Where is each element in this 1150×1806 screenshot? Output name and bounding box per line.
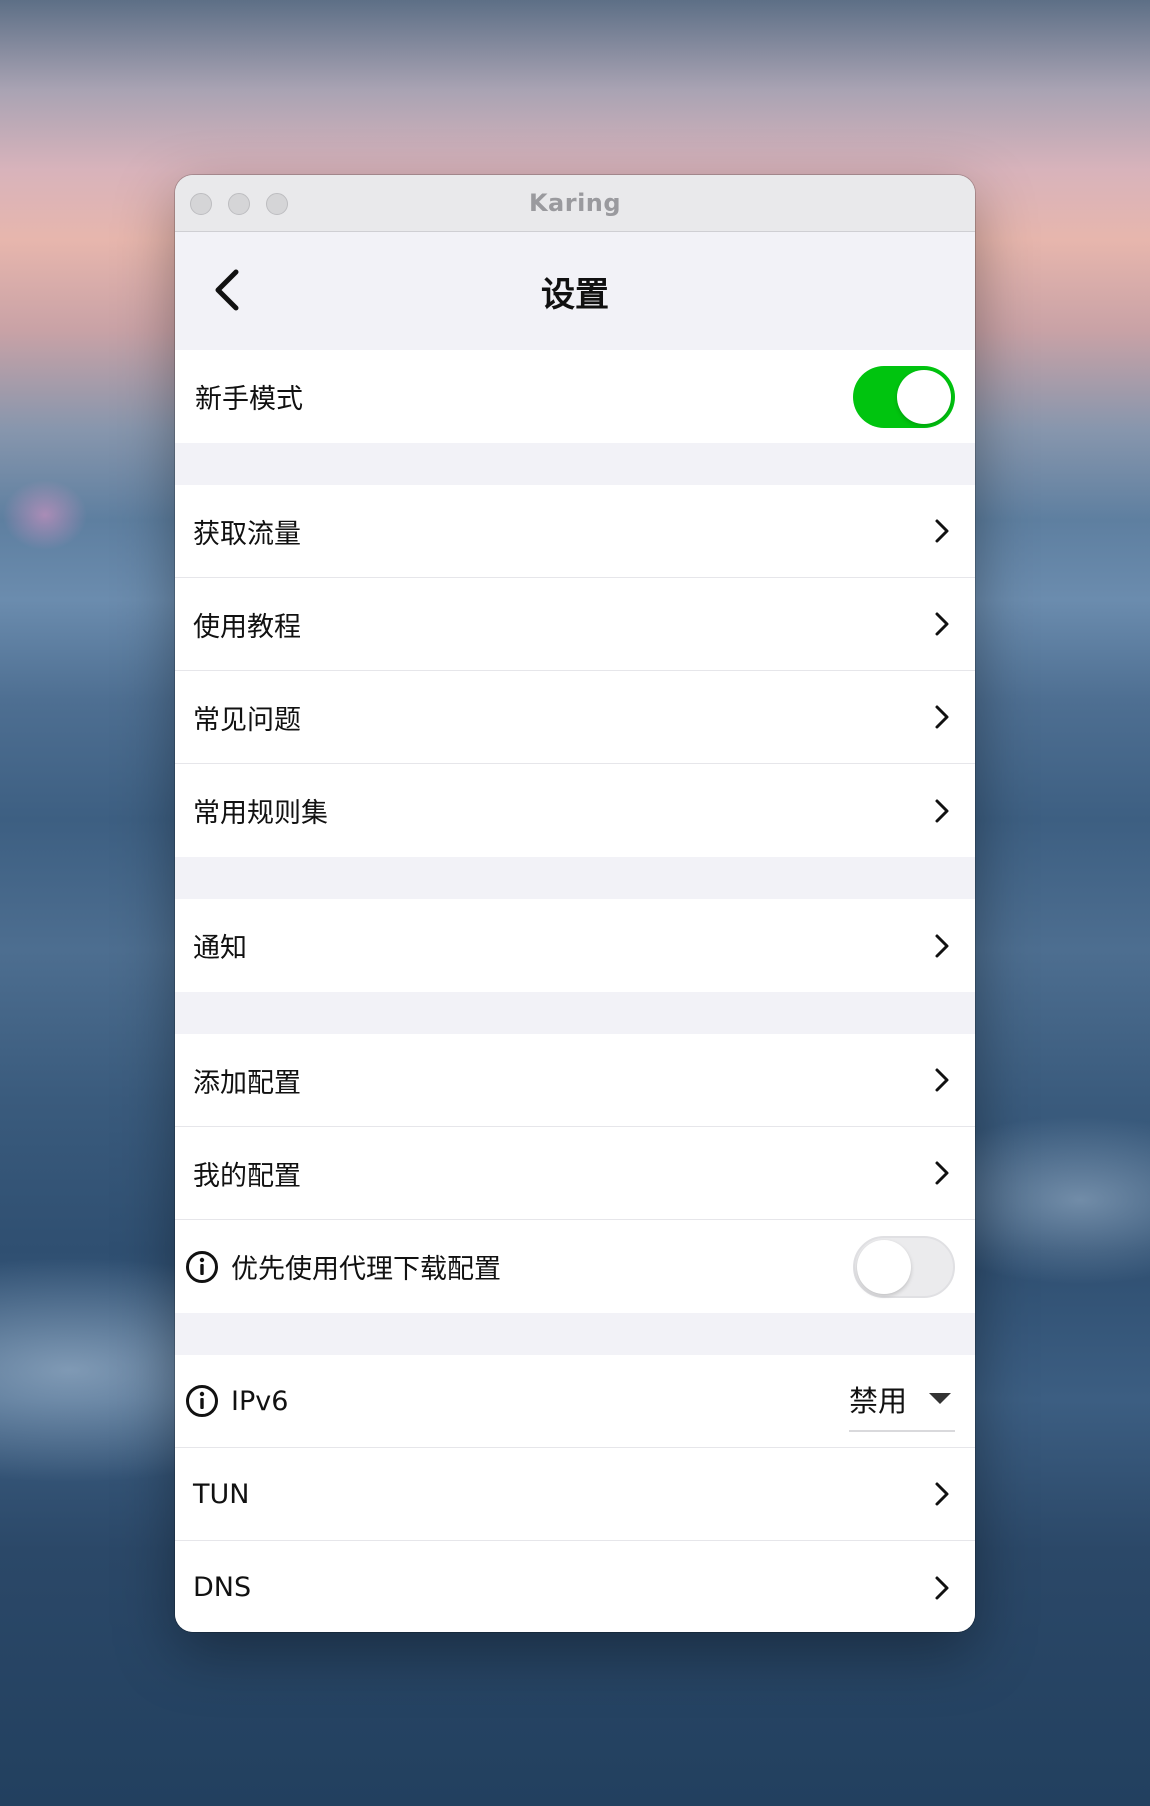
tun-label: TUN [193,1478,250,1510]
group-notifications: 通知 [175,899,975,992]
rulesets-label: 常用规则集 [193,798,328,829]
row-rulesets[interactable]: 常用规则集 [175,764,975,857]
row-dns[interactable]: DNS [175,1541,975,1632]
add-config-label: 添加配置 [193,1067,301,1099]
section-gap [175,992,975,1034]
section-gap [175,857,975,899]
row-beginner-mode: 新手模式 [175,350,975,443]
ipv6-dropdown[interactable]: 禁用 [848,1378,955,1432]
chevron-right-icon [929,518,955,544]
row-add-config[interactable]: 添加配置 [175,1034,975,1127]
toggle-knob [897,369,951,424]
row-ipv6: IPv6 禁用 [175,1355,975,1448]
faq-label: 常见问题 [193,704,301,736]
my-config-label: 我的配置 [193,1160,301,1192]
toggle-knob [857,1239,911,1294]
info-circle-icon[interactable] [185,1250,219,1284]
chevron-right-icon [929,933,955,959]
caret-down-icon [929,1393,951,1404]
title-bar: Karing [175,175,975,232]
chevron-right-icon [929,611,955,637]
zoom-window-button[interactable] [266,193,288,215]
get-traffic-label: 获取流量 [193,518,301,550]
tutorial-label: 使用教程 [193,611,301,643]
proxy-download-label: 优先使用代理下载配置 [231,1254,501,1285]
group-help: 获取流量 使用教程 常见问题 常用规则集 [175,485,975,857]
ipv6-dropdown-value: 禁用 [848,1384,907,1418]
group-config: 添加配置 我的配置 优先使用代理下载配置 [175,1034,975,1313]
row-tutorial[interactable]: 使用教程 [175,578,975,671]
chevron-right-icon [929,798,955,824]
back-button[interactable] [199,262,255,318]
window-controls [190,193,288,215]
info-circle-icon[interactable] [185,1384,219,1418]
group-network: IPv6 禁用 TUN DNS [175,1355,975,1632]
page-title: 设置 [541,274,609,315]
row-my-config[interactable]: 我的配置 [175,1127,975,1220]
group-beginner: 新手模式 [175,350,975,443]
section-gap [175,1313,975,1355]
navigation-bar: 设置 [175,232,975,350]
dns-label: DNS [193,1572,252,1603]
row-faq[interactable]: 常见问题 [175,671,975,764]
proxy-download-toggle[interactable] [853,1235,955,1298]
row-get-traffic[interactable]: 获取流量 [175,485,975,578]
minimize-window-button[interactable] [228,193,250,215]
beginner-mode-label: 新手模式 [195,384,303,415]
section-gap [175,443,975,485]
ipv6-label: IPv6 [231,1385,289,1417]
chevron-right-icon [929,1481,955,1507]
app-window: Karing 设置 新手模式 获取流量 使用教程 常见问题 常用规则集 通知 添… [175,175,975,1632]
close-window-button[interactable] [190,193,212,215]
notifications-label: 通知 [193,933,247,964]
window-title: Karing [528,189,622,217]
chevron-right-icon [929,1575,955,1601]
chevron-left-icon [215,269,239,311]
row-tun[interactable]: TUN [175,1448,975,1541]
chevron-right-icon [929,1160,955,1186]
beginner-mode-toggle[interactable] [853,365,955,428]
chevron-right-icon [929,1067,955,1093]
row-proxy-download: 优先使用代理下载配置 [175,1220,975,1313]
chevron-right-icon [929,704,955,730]
row-notifications[interactable]: 通知 [175,899,975,992]
